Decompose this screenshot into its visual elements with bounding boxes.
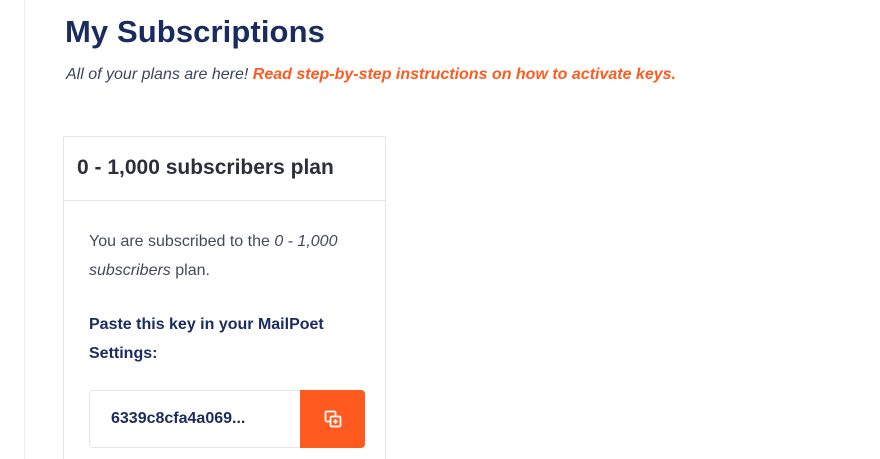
page-subtitle: All of your plans are here! Read step-by… — [66, 66, 676, 84]
key-row: 6339c8cfa4a069... — [89, 390, 365, 448]
subtitle-text: All of your plans are here! — [66, 66, 253, 83]
card-header: 0 - 1,000 subscribers plan — [64, 137, 385, 201]
page: My Subscriptions All of your plans are h… — [0, 0, 880, 459]
copy-key-button[interactable] — [300, 390, 365, 448]
card-body: You are subscribed to the 0 - 1,000 subs… — [64, 201, 385, 448]
subscription-card: 0 - 1,000 subscribers plan You are subsc… — [63, 136, 386, 459]
instructions-link[interactable]: Read step-by-step instructions on how to… — [253, 66, 676, 83]
plan-description-suffix: plan. — [170, 262, 210, 279]
page-title: My Subscriptions — [65, 14, 325, 49]
plan-description: You are subscribed to the 0 - 1,000 subs… — [89, 227, 365, 285]
plan-description-prefix: You are subscribed to the — [89, 233, 275, 250]
plan-title: 0 - 1,000 subscribers plan — [77, 156, 334, 179]
sidebar-divider — [24, 0, 25, 459]
copy-icon — [324, 410, 341, 428]
key-instructions-label: Paste this key in your MailPoet Settings… — [89, 316, 324, 362]
license-key-field[interactable]: 6339c8cfa4a069... — [89, 390, 300, 448]
